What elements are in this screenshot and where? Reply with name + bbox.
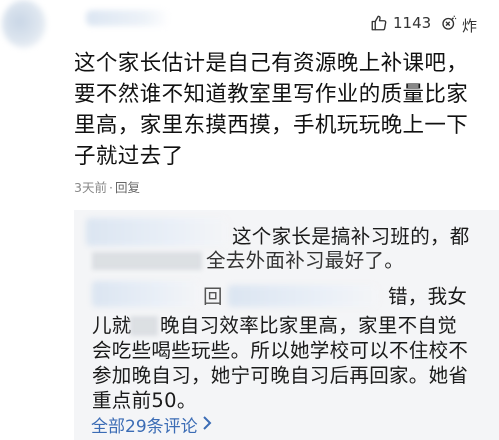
reply2-frag-b: 错，我女 [388, 285, 468, 308]
comment-meta: 3天前 · 回复 [74, 180, 140, 195]
reply2-line5: 重点前50。 [92, 389, 197, 412]
chevron-right-icon [202, 415, 212, 435]
reply2-frag-a: 回 [203, 285, 223, 308]
reply2-reply-to-blurred[interactable] [228, 285, 378, 307]
reply1-author-blurred[interactable] [86, 218, 228, 246]
comment-screen: 1143 炸 这个家长估计是自己有资源晚上补课吧，要不然谁不知道教室里写作业的质… [0, 0, 499, 440]
like-count: 1143 [393, 14, 432, 32]
reply1-line2: 全去外面补习最好了。 [206, 249, 405, 272]
reply1-obscured-text [92, 252, 202, 270]
bomb-label: 炸 [462, 16, 478, 35]
reply-button[interactable]: 回复 [115, 180, 140, 195]
reply2-obscured-text [130, 316, 158, 336]
view-all-label: 全部29条评论 [91, 417, 198, 437]
username-blurred[interactable] [86, 10, 170, 26]
bomb-icon [440, 14, 458, 36]
avatar[interactable] [2, 0, 46, 48]
reply2-author-blurred[interactable] [92, 281, 200, 307]
comment-time: 3天前 [74, 180, 107, 195]
like-button[interactable]: 1143 [370, 14, 431, 32]
thumbs-up-icon [370, 14, 388, 32]
comment-text: 这个家长估计是自己有资源晚上补课吧，要不然谁不知道教室里写作业的质量比家里高，家… [74, 51, 469, 169]
view-all-comments-link[interactable]: 全部29条评论 [91, 412, 212, 437]
bomb-button[interactable]: 炸 [440, 14, 477, 36]
